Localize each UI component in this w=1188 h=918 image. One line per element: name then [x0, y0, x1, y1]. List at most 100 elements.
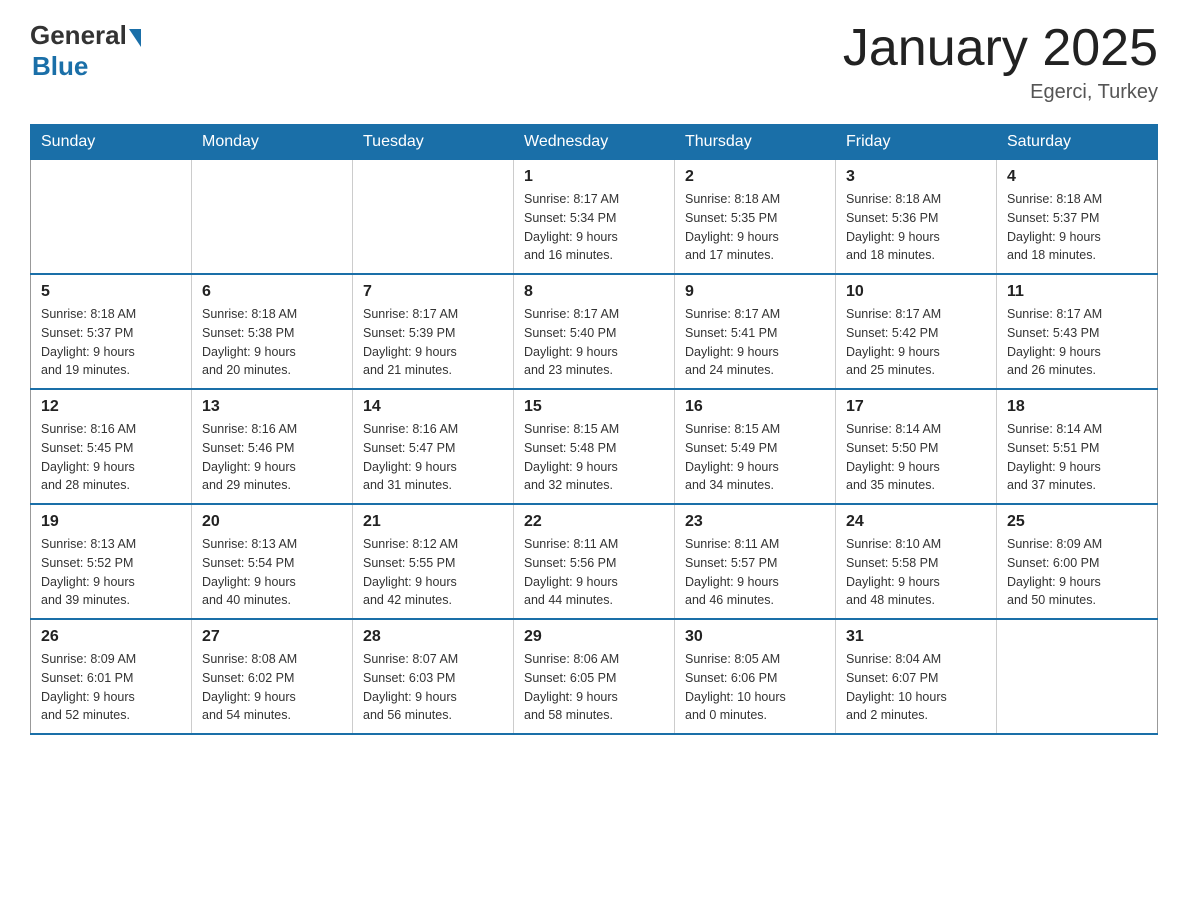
month-title: January 2025 [843, 20, 1158, 77]
calendar-day-cell: 1 Sunrise: 8:17 AM Sunset: 5:34 PM Daylig… [514, 160, 675, 275]
day-number: 21 [363, 513, 503, 531]
calendar-day-cell: 6Sunrise: 8:18 AM Sunset: 5:38 PM Daylig… [192, 274, 353, 389]
day-number: 26 [41, 628, 181, 646]
day-number: 23 [685, 513, 825, 531]
day-info: Sunrise: 8:17 AM Sunset: 5:41 PM Dayligh… [685, 305, 825, 380]
location-label: Egerci, Turkey [843, 81, 1158, 104]
calendar-day-cell: 15 Sunrise: 8:15 AM Sunset: 5:48 PM Dayli… [514, 389, 675, 504]
day-info: Sunrise: 8:17 AM Sunset: 5:34 PM Dayligh… [524, 190, 664, 265]
day-number: 30 [685, 628, 825, 646]
calendar-day-cell: 10Sunrise: 8:17 AM Sunset: 5:42 PM Dayli… [836, 274, 997, 389]
day-info: Sunrise: 8:18 AM Sunset: 5:37 PM Dayligh… [1007, 190, 1147, 265]
day-number: 7 [363, 283, 503, 301]
logo-blue-text: Blue [32, 51, 88, 81]
calendar-day-cell: 22Sunrise: 8:11 AM Sunset: 5:56 PM Dayli… [514, 504, 675, 619]
calendar-day-cell: 25 Sunrise: 8:09 AM Sunset: 6:00 PM Dayli… [997, 504, 1158, 619]
day-info: Sunrise: 8:17 AM Sunset: 5:43 PM Dayligh… [1007, 305, 1147, 380]
day-info: Sunrise: 8:16 AM Sunset: 5:46 PM Dayligh… [202, 420, 342, 495]
calendar-day-cell: 17Sunrise: 8:14 AM Sunset: 5:50 PM Dayli… [836, 389, 997, 504]
calendar-day-cell: 20Sunrise: 8:13 AM Sunset: 5:54 PM Dayli… [192, 504, 353, 619]
day-number: 13 [202, 398, 342, 416]
day-info: Sunrise: 8:17 AM Sunset: 5:42 PM Dayligh… [846, 305, 986, 380]
calendar-day-cell: 23 Sunrise: 8:11 AM Sunset: 5:57 PM Dayli… [675, 504, 836, 619]
day-info: Sunrise: 8:15 AM Sunset: 5:48 PM Dayligh… [524, 420, 664, 495]
day-number: 9 [685, 283, 825, 301]
calendar-day-cell [192, 160, 353, 275]
day-info: Sunrise: 8:13 AM Sunset: 5:52 PM Dayligh… [41, 535, 181, 610]
day-info: Sunrise: 8:11 AM Sunset: 5:57 PM Dayligh… [685, 535, 825, 610]
calendar-day-cell: 30 Sunrise: 8:05 AM Sunset: 6:06 PM Dayli… [675, 619, 836, 734]
day-number: 19 [41, 513, 181, 531]
calendar-day-cell: 2 Sunrise: 8:18 AM Sunset: 5:35 PM Daylig… [675, 160, 836, 275]
day-info: Sunrise: 8:18 AM Sunset: 5:37 PM Dayligh… [41, 305, 181, 380]
calendar-day-cell: 19 Sunrise: 8:13 AM Sunset: 5:52 PM Dayli… [31, 504, 192, 619]
header-right: January 2025 Egerci, Turkey [843, 20, 1158, 104]
calendar-day-cell: 4 Sunrise: 8:18 AM Sunset: 5:37 PM Daylig… [997, 160, 1158, 275]
calendar-day-cell: 29Sunrise: 8:06 AM Sunset: 6:05 PM Dayli… [514, 619, 675, 734]
calendar-week-row: 12Sunrise: 8:16 AM Sunset: 5:45 PM Dayli… [31, 389, 1158, 504]
calendar-header: SundayMondayTuesdayWednesdayThursdayFrid… [31, 125, 1158, 160]
day-info: Sunrise: 8:09 AM Sunset: 6:01 PM Dayligh… [41, 650, 181, 725]
day-info: Sunrise: 8:10 AM Sunset: 5:58 PM Dayligh… [846, 535, 986, 610]
day-number: 25 [1007, 513, 1147, 531]
day-info: Sunrise: 8:07 AM Sunset: 6:03 PM Dayligh… [363, 650, 503, 725]
day-info: Sunrise: 8:09 AM Sunset: 6:00 PM Dayligh… [1007, 535, 1147, 610]
calendar-day-cell: 12Sunrise: 8:16 AM Sunset: 5:45 PM Dayli… [31, 389, 192, 504]
calendar-day-cell: 8 Sunrise: 8:17 AM Sunset: 5:40 PM Daylig… [514, 274, 675, 389]
day-number: 24 [846, 513, 986, 531]
calendar-week-row: 26 Sunrise: 8:09 AM Sunset: 6:01 PM Dayli… [31, 619, 1158, 734]
day-number: 1 [524, 168, 664, 186]
calendar-day-cell [997, 619, 1158, 734]
day-of-week-header: Monday [192, 125, 353, 160]
day-number: 2 [685, 168, 825, 186]
day-info: Sunrise: 8:05 AM Sunset: 6:06 PM Dayligh… [685, 650, 825, 725]
calendar-day-cell: 3 Sunrise: 8:18 AM Sunset: 5:36 PM Daylig… [836, 160, 997, 275]
logo-triangle-icon [129, 29, 141, 47]
logo: General Blue [30, 20, 141, 82]
day-number: 6 [202, 283, 342, 301]
calendar-day-cell [31, 160, 192, 275]
calendar-body: 1 Sunrise: 8:17 AM Sunset: 5:34 PM Daylig… [31, 160, 1158, 735]
calendar-day-cell [353, 160, 514, 275]
calendar-day-cell: 5 Sunrise: 8:18 AM Sunset: 5:37 PM Daylig… [31, 274, 192, 389]
day-number: 14 [363, 398, 503, 416]
day-number: 31 [846, 628, 986, 646]
day-of-week-header: Sunday [31, 125, 192, 160]
day-number: 29 [524, 628, 664, 646]
day-info: Sunrise: 8:04 AM Sunset: 6:07 PM Dayligh… [846, 650, 986, 725]
day-number: 28 [363, 628, 503, 646]
day-info: Sunrise: 8:17 AM Sunset: 5:40 PM Dayligh… [524, 305, 664, 380]
day-number: 27 [202, 628, 342, 646]
day-info: Sunrise: 8:18 AM Sunset: 5:35 PM Dayligh… [685, 190, 825, 265]
day-number: 4 [1007, 168, 1147, 186]
days-of-week-row: SundayMondayTuesdayWednesdayThursdayFrid… [31, 125, 1158, 160]
calendar-week-row: 19 Sunrise: 8:13 AM Sunset: 5:52 PM Dayli… [31, 504, 1158, 619]
day-number: 5 [41, 283, 181, 301]
day-info: Sunrise: 8:14 AM Sunset: 5:51 PM Dayligh… [1007, 420, 1147, 495]
day-of-week-header: Friday [836, 125, 997, 160]
day-number: 17 [846, 398, 986, 416]
day-of-week-header: Tuesday [353, 125, 514, 160]
day-info: Sunrise: 8:18 AM Sunset: 5:36 PM Dayligh… [846, 190, 986, 265]
calendar-day-cell: 24 Sunrise: 8:10 AM Sunset: 5:58 PM Dayli… [836, 504, 997, 619]
calendar-day-cell: 11Sunrise: 8:17 AM Sunset: 5:43 PM Dayli… [997, 274, 1158, 389]
day-info: Sunrise: 8:13 AM Sunset: 5:54 PM Dayligh… [202, 535, 342, 610]
day-info: Sunrise: 8:16 AM Sunset: 5:47 PM Dayligh… [363, 420, 503, 495]
day-info: Sunrise: 8:15 AM Sunset: 5:49 PM Dayligh… [685, 420, 825, 495]
calendar-day-cell: 13 Sunrise: 8:16 AM Sunset: 5:46 PM Dayli… [192, 389, 353, 504]
day-info: Sunrise: 8:11 AM Sunset: 5:56 PM Dayligh… [524, 535, 664, 610]
day-number: 12 [41, 398, 181, 416]
day-info: Sunrise: 8:08 AM Sunset: 6:02 PM Dayligh… [202, 650, 342, 725]
calendar-day-cell: 27 Sunrise: 8:08 AM Sunset: 6:02 PM Dayli… [192, 619, 353, 734]
page-header: General Blue January 2025 Egerci, Turkey [30, 20, 1158, 104]
day-info: Sunrise: 8:17 AM Sunset: 5:39 PM Dayligh… [363, 305, 503, 380]
day-number: 15 [524, 398, 664, 416]
calendar-day-cell: 31 Sunrise: 8:04 AM Sunset: 6:07 PM Dayli… [836, 619, 997, 734]
day-number: 16 [685, 398, 825, 416]
calendar-day-cell: 18Sunrise: 8:14 AM Sunset: 5:51 PM Dayli… [997, 389, 1158, 504]
day-number: 3 [846, 168, 986, 186]
calendar-day-cell: 26 Sunrise: 8:09 AM Sunset: 6:01 PM Dayli… [31, 619, 192, 734]
day-number: 8 [524, 283, 664, 301]
logo-general-text: General [30, 20, 127, 51]
day-of-week-header: Thursday [675, 125, 836, 160]
